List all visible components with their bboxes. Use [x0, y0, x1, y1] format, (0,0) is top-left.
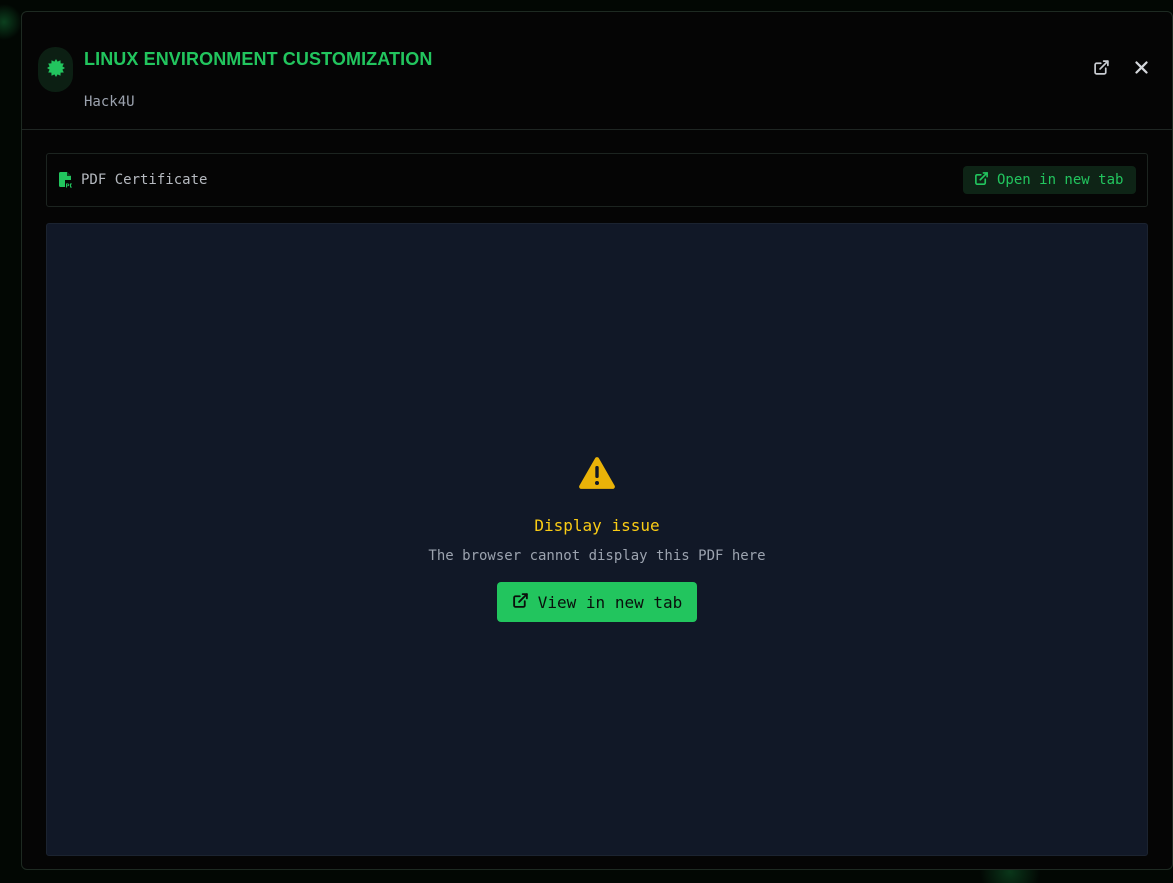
view-in-new-tab-label: View in new tab [537, 592, 683, 612]
open-in-new-tab-button[interactable]: Open in new tab [963, 166, 1136, 194]
gear-badge-icon [46, 58, 66, 82]
file-type-label: PDF Certificate [81, 172, 208, 188]
display-issue-title: Display issue [534, 516, 660, 535]
close-icon [1134, 60, 1149, 79]
open-in-new-tab-label: Open in new tab [997, 172, 1124, 188]
external-link-icon [512, 592, 529, 613]
view-in-new-tab-button[interactable]: View in new tab [497, 582, 697, 622]
external-link-icon [1093, 59, 1110, 80]
issuer-name: Hack4U [84, 94, 135, 110]
certificate-modal: LINUX ENVIRONMENT CUSTOMIZATION Hack4U P… [21, 11, 1173, 870]
file-toolbar: PDF PDF Certificate Open in new tab [46, 153, 1148, 207]
display-issue-message: The browser cannot display this PDF here [428, 548, 766, 564]
modal-header: LINUX ENVIRONMENT CUSTOMIZATION Hack4U [22, 12, 1172, 130]
external-link-icon [974, 171, 989, 190]
open-external-button[interactable] [1088, 56, 1114, 82]
certificate-badge [38, 47, 73, 92]
pdf-file-icon: PDF [59, 172, 78, 192]
svg-text:PDF: PDF [66, 184, 73, 189]
pdf-viewer: Display issue The browser cannot display… [46, 223, 1148, 856]
modal-title: LINUX ENVIRONMENT CUSTOMIZATION [84, 49, 433, 69]
close-button[interactable] [1128, 56, 1154, 82]
warning-triangle-icon [578, 456, 616, 494]
